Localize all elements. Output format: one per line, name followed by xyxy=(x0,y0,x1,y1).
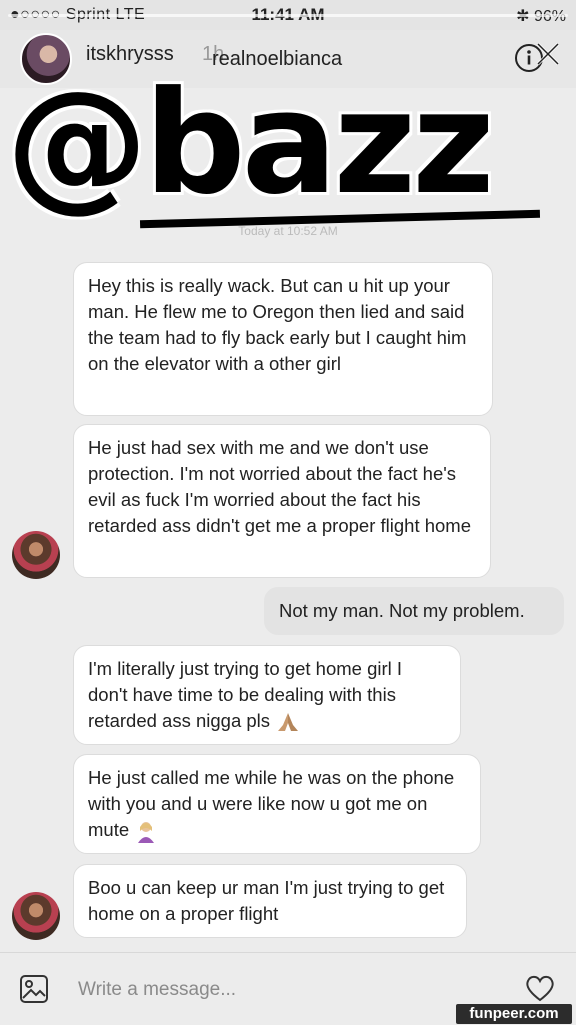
watermark: funpeer.com xyxy=(456,1004,572,1024)
message-bubble: Hey this is really wack. But can u hit u… xyxy=(73,262,493,416)
mention-sticker-text: @bazz xyxy=(6,61,495,226)
woman-tipping-hand-emoji xyxy=(138,822,155,844)
my-message-bubble: Not my man. Not my problem. xyxy=(264,587,564,635)
sender-avatar[interactable] xyxy=(12,531,60,579)
message-text: Boo u can keep ur man I'm just trying to… xyxy=(88,877,445,924)
message-input[interactable] xyxy=(78,975,478,1005)
message-bubble: Boo u can keep ur man I'm just trying to… xyxy=(73,864,467,938)
message-text: Hey this is really wack. But can u hit u… xyxy=(88,275,467,374)
message-text: Not my man. Not my problem. xyxy=(279,600,525,621)
message-text: I'm literally just trying to get home gi… xyxy=(88,658,403,731)
message-bubble: He just called me while he was on the ph… xyxy=(73,754,481,854)
message-text: He just had sex with me and we don't use… xyxy=(88,437,471,536)
folded-hands-emoji xyxy=(278,713,299,732)
heart-icon[interactable] xyxy=(524,973,556,1003)
story-progress-bar xyxy=(8,14,568,17)
status-bar: ●○○○○ Sprint LTE 11:41 AM ✱ 96% xyxy=(0,0,576,30)
date-divider: Today at 10:52 AM xyxy=(238,224,338,238)
message-bubble: I'm literally just trying to get home gi… xyxy=(73,645,461,745)
gallery-icon[interactable] xyxy=(18,973,50,1005)
mention-sticker[interactable]: @bazz xyxy=(6,60,572,228)
message-bubble: He just had sex with me and we don't use… xyxy=(73,424,491,578)
sender-avatar[interactable] xyxy=(12,892,60,940)
